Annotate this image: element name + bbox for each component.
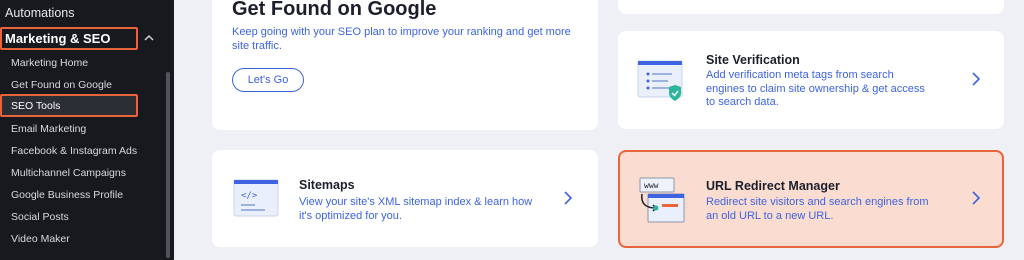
url-redirect-icon-text: www bbox=[644, 181, 659, 190]
sidebar: Automations Marketing & SEO Marketing Ho… bbox=[0, 0, 174, 260]
site-verification-icon bbox=[637, 60, 683, 101]
url-redirect-description: Redirect site visitors and search engine… bbox=[706, 196, 929, 222]
sidebar-item-social-posts[interactable]: Social Posts bbox=[11, 211, 69, 223]
sidebar-item-label: Marketing & SEO bbox=[5, 31, 111, 46]
sitemaps-card[interactable]: </> Sitemaps View your site's XML sitema… bbox=[212, 150, 598, 247]
get-found-card: Get Found on Google Keep going with your… bbox=[212, 0, 598, 130]
chevron-right-icon[interactable] bbox=[970, 190, 982, 206]
site-verification-title: Site Verification bbox=[706, 53, 800, 67]
sitemaps-icon: </> bbox=[233, 179, 279, 217]
site-verification-card[interactable]: Site Verification Add verification meta … bbox=[618, 31, 1004, 129]
sitemaps-icon-text: </> bbox=[241, 191, 258, 201]
sidebar-item-google-business-profile[interactable]: Google Business Profile bbox=[11, 189, 123, 201]
lets-go-button[interactable]: Let's Go bbox=[232, 68, 304, 92]
url-redirect-icon: www bbox=[639, 177, 685, 223]
sidebar-item-get-found-on-google[interactable]: Get Found on Google bbox=[11, 79, 112, 91]
partial-card[interactable] bbox=[618, 0, 1004, 14]
chevron-right-icon[interactable] bbox=[562, 190, 574, 206]
sidebar-item-seo-tools[interactable]: SEO Tools bbox=[0, 94, 138, 117]
sidebar-item-video-maker[interactable]: Video Maker bbox=[11, 233, 70, 245]
chevron-right-icon[interactable] bbox=[970, 71, 982, 87]
sidebar-item-marketing-seo[interactable]: Marketing & SEO bbox=[0, 27, 138, 50]
url-redirect-manager-card[interactable]: www URL Redirect Manager Redirect site v… bbox=[618, 150, 1004, 248]
site-verification-description: Add verification meta tags from search e… bbox=[706, 69, 925, 108]
get-found-title: Get Found on Google bbox=[232, 0, 437, 20]
sidebar-scrollbar[interactable] bbox=[166, 72, 170, 258]
sidebar-item-marketing-home[interactable]: Marketing Home bbox=[11, 57, 88, 69]
sidebar-item-facebook-instagram-ads[interactable]: Facebook & Instagram Ads bbox=[11, 145, 137, 157]
sidebar-item-label: SEO Tools bbox=[11, 99, 61, 112]
sitemaps-description: View your site's XML sitemap index & lea… bbox=[299, 196, 533, 222]
sidebar-item-automations[interactable]: Automations bbox=[5, 6, 74, 20]
get-found-description: Keep going with your SEO plan to improve… bbox=[232, 26, 571, 52]
chevron-up-icon[interactable] bbox=[142, 31, 156, 45]
url-redirect-title: URL Redirect Manager bbox=[706, 179, 840, 193]
sidebar-item-multichannel-campaigns[interactable]: Multichannel Campaigns bbox=[11, 167, 126, 179]
sitemaps-title: Sitemaps bbox=[299, 178, 355, 192]
sidebar-item-email-marketing[interactable]: Email Marketing bbox=[11, 123, 86, 135]
